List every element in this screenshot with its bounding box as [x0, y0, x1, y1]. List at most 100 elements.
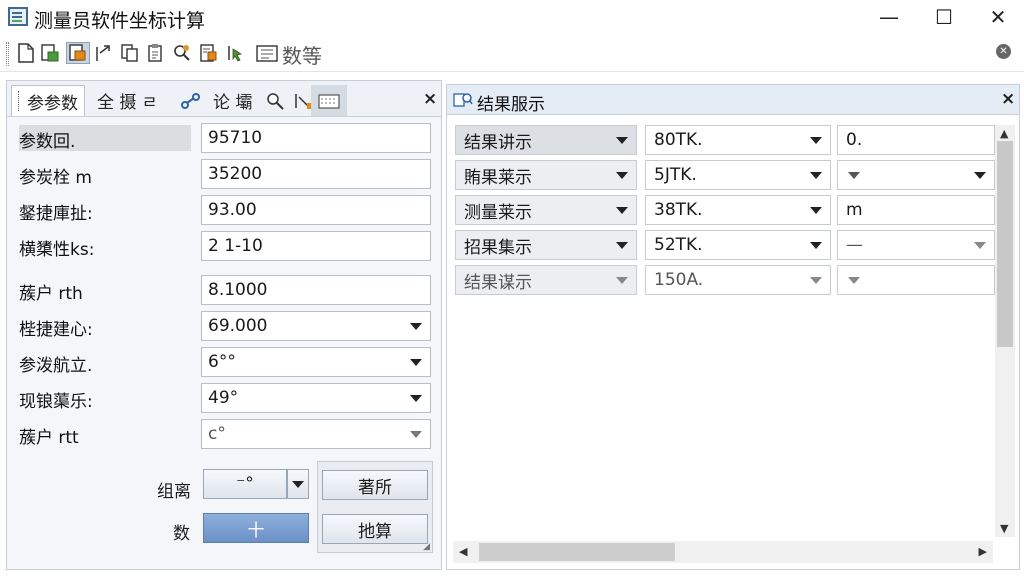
result-value-dropdown[interactable]: 52TK. — [645, 230, 831, 260]
result-unit-field[interactable]: 0. — [837, 125, 995, 155]
chevron-down-icon — [848, 277, 860, 284]
chevron-down-icon — [810, 172, 822, 179]
field-row: 錖捷庫扯: 93.00 — [7, 195, 441, 227]
field-label: 錖捷庫扯: — [19, 204, 93, 224]
result-type-dropdown[interactable]: 招果集示 — [455, 230, 637, 260]
number-label: 数 — [173, 524, 190, 544]
maximize-button[interactable]: ☐ — [921, 0, 967, 34]
chevron-down-icon — [974, 172, 986, 179]
result-unit-dropdown[interactable] — [837, 160, 995, 190]
field-dropdown[interactable]: 6°° — [201, 347, 431, 377]
field-input[interactable]: 2 1-10 — [201, 231, 431, 261]
field-dropdown[interactable]: 69.000 — [201, 311, 431, 341]
chevron-down-icon — [848, 172, 860, 179]
field-input[interactable]: 93.00 — [201, 195, 431, 225]
tab-full[interactable]: 全 摄 ㄹ — [91, 85, 163, 116]
chevron-down-icon — [410, 359, 422, 366]
chevron-down-icon — [616, 242, 628, 249]
chevron-down-icon — [616, 207, 628, 214]
field-row: 横橥性ks: 2 1-10 — [7, 231, 441, 263]
results-panel-close[interactable]: × — [1001, 89, 1015, 109]
query-button[interactable]: 著所 — [322, 470, 428, 500]
export-icon[interactable] — [94, 42, 114, 64]
field-label: 参炭栓 m — [19, 168, 92, 188]
results-panel-header: 结果服示 × — [447, 85, 1019, 115]
field-label: 现锒蕖乐: — [19, 392, 93, 412]
open-file-icon[interactable] — [40, 42, 60, 64]
pointer-icon[interactable] — [226, 42, 246, 64]
chevron-down-icon — [974, 242, 986, 249]
chevron-down-icon — [292, 480, 304, 488]
field-input[interactable]: 35200 — [201, 159, 431, 189]
add-button[interactable]: 十 — [203, 513, 309, 543]
parameters-panel: 参参数 全 摄 ㄹ 论 壩 × 参数回. 95710 参炭栓 m 35200 錖… — [6, 80, 442, 570]
vertical-scroll-thumb[interactable] — [997, 141, 1013, 347]
result-unit-dropdown[interactable] — [837, 265, 995, 295]
combo-value[interactable]: ⁻° — [203, 469, 287, 499]
chevron-down-icon — [810, 277, 822, 284]
result-unit-field[interactable]: m — [837, 195, 995, 225]
print-icon[interactable] — [198, 42, 218, 64]
chevron-down-icon — [410, 323, 422, 330]
tab-network-icon[interactable] — [173, 85, 209, 116]
horizontal-scroll-thumb[interactable] — [479, 543, 675, 561]
field-label: 参数回. — [19, 125, 191, 152]
toolbar-grip — [6, 42, 9, 66]
scroll-right-icon[interactable]: ▶ — [979, 545, 987, 558]
search-icon[interactable] — [172, 42, 192, 64]
chevron-down-icon — [810, 242, 822, 249]
result-unit-dropdown[interactable]: — — [837, 230, 995, 260]
result-value-dropdown[interactable]: 38TK. — [645, 195, 831, 225]
tab-parameters[interactable]: 参参数 — [11, 85, 85, 116]
results-icon — [453, 93, 473, 107]
combo-dropdown-button[interactable] — [287, 469, 309, 499]
field-row: 蔟户 rtt c° — [7, 419, 441, 451]
field-label: 蔟户 rth — [19, 284, 83, 304]
calculate-button[interactable]: 扡算 — [322, 514, 428, 544]
result-value-dropdown[interactable]: 5JTK. — [645, 160, 831, 190]
chevron-down-icon — [410, 395, 422, 402]
vertical-scrollbar[interactable]: ▲ ▼ — [995, 125, 1015, 537]
scroll-up-icon[interactable]: ▲ — [1000, 127, 1008, 140]
field-dropdown[interactable]: 49° — [201, 383, 431, 413]
chevron-down-icon — [616, 137, 628, 144]
close-button[interactable]: ✕ — [975, 0, 1021, 34]
result-value-dropdown[interactable]: 150A. — [645, 265, 831, 295]
results-panel: 结果服示 × 结果讲示 80TK. 0. 賄果莱示 5JTK. 测量莱示 38T… — [446, 84, 1020, 570]
field-dropdown[interactable]: c° — [201, 419, 431, 449]
field-row: 参泼航立. 6°° — [7, 347, 441, 379]
new-file-icon[interactable] — [16, 42, 36, 64]
result-type-dropdown[interactable]: 賄果莱示 — [455, 160, 637, 190]
result-type-dropdown[interactable]: 结果谋示 — [455, 265, 637, 295]
chevron-down-icon — [616, 172, 628, 179]
field-row: 梐捷建⼼: 69.000 — [7, 311, 441, 343]
chevron-down-icon — [410, 431, 422, 438]
field-row: 参数回. 95710 — [7, 123, 441, 155]
paste-icon[interactable] — [146, 42, 166, 64]
field-label: 参泼航立. — [19, 356, 93, 376]
chevron-down-icon — [810, 137, 822, 144]
chevron-down-icon — [810, 207, 822, 214]
parameters-panel-close[interactable]: × — [423, 89, 437, 109]
scroll-down-icon[interactable]: ▼ — [1000, 522, 1008, 535]
toolbar-close-icon[interactable]: ✕ — [996, 44, 1011, 59]
result-type-dropdown[interactable]: 结果讲示 — [455, 125, 637, 155]
resize-grip-icon[interactable]: ◢ — [423, 542, 430, 552]
field-row: 现锒蕖乐: 49° — [7, 383, 441, 415]
copy-icon[interactable] — [120, 42, 140, 64]
calculator-icon[interactable] — [254, 42, 280, 64]
grid-icon[interactable] — [311, 85, 347, 116]
minimize-button[interactable]: — — [866, 0, 912, 34]
action-button-group: 著所 扡算 ◢ — [317, 461, 433, 553]
field-input[interactable]: 8.1000 — [201, 275, 431, 305]
field-input[interactable]: 95710 — [201, 123, 431, 153]
tab-discuss[interactable]: 论 壩 — [207, 85, 258, 116]
result-value-dropdown[interactable]: 80TK. — [645, 125, 831, 155]
parameters-tabstrip: 参参数 全 摄 ㄹ 论 壩 × — [7, 81, 441, 117]
field-label: 蔟户 rtt — [19, 428, 79, 448]
save-file-icon[interactable] — [66, 42, 90, 64]
app-icon — [8, 7, 28, 26]
horizontal-scrollbar[interactable]: ◀ ▶ — [453, 541, 993, 563]
scroll-left-icon[interactable]: ◀ — [459, 545, 467, 558]
result-type-dropdown[interactable]: 测量莱示 — [455, 195, 637, 225]
